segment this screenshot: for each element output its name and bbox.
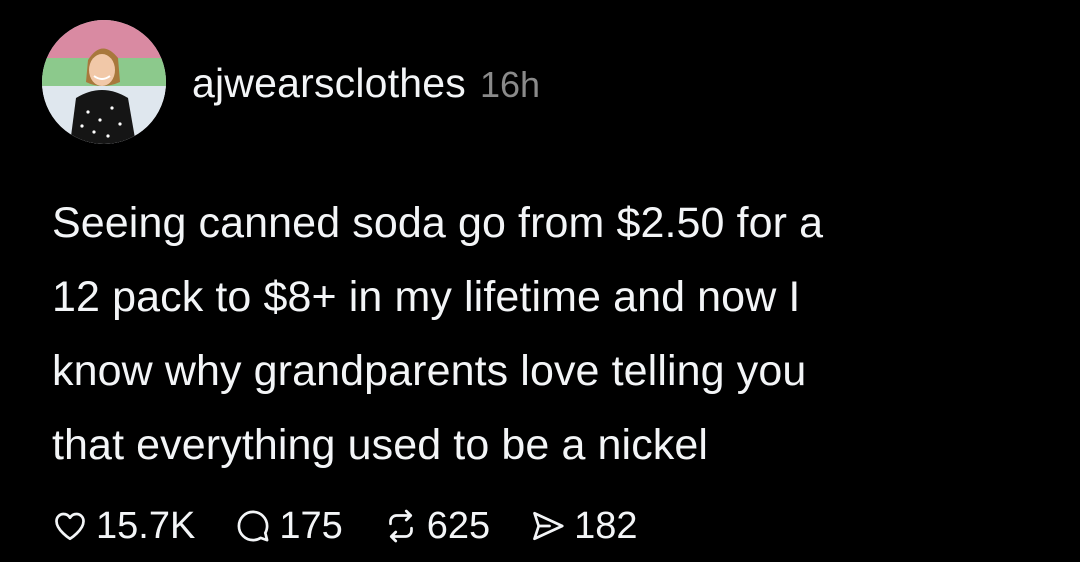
post-text-line: know why grandparents love telling you [52,347,807,395]
post-text-line: 12 pack to $8+ in my lifetime and now I [52,273,801,321]
avatar-photo [42,20,166,144]
share-button[interactable]: 182 [530,504,638,548]
repost-count: 625 [426,504,491,547]
heart-icon [55,512,85,541]
post-text-line: Seeing canned soda go from $2.50 for a [52,199,824,247]
author-username[interactable]: ajwearsclothes [192,60,466,107]
post-text-line: that everything used to be a nickel [52,421,709,469]
like-count: 15.7K [96,504,196,547]
send-icon [533,511,564,541]
repost-button[interactable]: 625 [383,505,490,548]
post-header: ajwearsclothes 16h [192,60,540,116]
author-avatar[interactable] [42,20,166,144]
reply-count: 175 [279,504,343,547]
comment-icon [237,510,269,542]
post-timestamp: 16h [480,64,541,105]
post-actions: 15.7K 175 625 182 [52,500,678,552]
share-count: 182 [574,504,638,547]
post-body: Seeing canned soda go from $2.50 for a 1… [52,186,1062,482]
repost-icon [388,509,413,543]
threads-post: ajwearsclothes 16h Seeing canned soda go… [0,0,1080,562]
reply-button[interactable]: 175 [235,504,343,548]
like-button[interactable]: 15.7K [52,505,195,548]
